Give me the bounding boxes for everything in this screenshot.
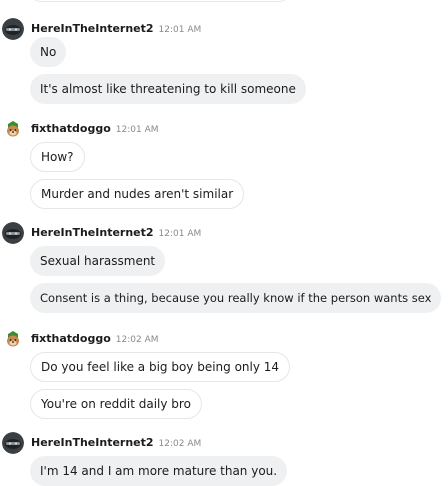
message-bubble[interactable]: How? bbox=[30, 142, 85, 172]
message-author[interactable]: fixthatdoggo 12:02 AM bbox=[31, 332, 159, 345]
message-bubble[interactable]: You're on reddit daily bro bbox=[30, 389, 202, 419]
message-timestamp: 12:01 AM bbox=[115, 125, 159, 135]
dog-avatar-icon[interactable] bbox=[2, 118, 24, 140]
message-timestamp: 12:01 AM bbox=[158, 229, 202, 239]
message-bubble[interactable]: Consent is a thing, because you really k… bbox=[30, 283, 442, 313]
chat-log: HereInTheInternet2 12:01 AM No It's almos… bbox=[0, 0, 448, 486]
message-author[interactable]: HereInTheInternet2 12:02 AM bbox=[31, 436, 201, 449]
message-bubble[interactable]: No bbox=[30, 37, 67, 67]
snoo-avatar-icon[interactable] bbox=[2, 18, 24, 40]
message-author[interactable]: fixthatdoggo 12:01 AM bbox=[31, 122, 159, 135]
snoo-avatar-icon[interactable] bbox=[2, 222, 24, 244]
previous-message-bubble bbox=[30, 0, 290, 2]
message-bubble[interactable]: I'm 14 and I am more mature than you. bbox=[30, 456, 288, 486]
snoo-avatar-icon[interactable] bbox=[2, 432, 24, 454]
message-timestamp: 12:02 AM bbox=[158, 439, 202, 449]
message-author[interactable]: HereInTheInternet2 12:01 AM bbox=[31, 22, 201, 35]
message-bubble[interactable]: Do you feel like a big boy being only 14 bbox=[30, 352, 291, 382]
message-bubble[interactable]: Murder and nudes aren't similar bbox=[30, 179, 245, 209]
message-author[interactable]: HereInTheInternet2 12:01 AM bbox=[31, 226, 201, 239]
message-bubble[interactable]: It's almost like threatening to kill som… bbox=[30, 74, 306, 104]
dog-avatar-icon[interactable] bbox=[2, 328, 24, 350]
message-timestamp: 12:01 AM bbox=[158, 25, 202, 35]
message-bubble[interactable]: Sexual harassment bbox=[30, 246, 166, 276]
message-timestamp: 12:02 AM bbox=[115, 335, 159, 345]
